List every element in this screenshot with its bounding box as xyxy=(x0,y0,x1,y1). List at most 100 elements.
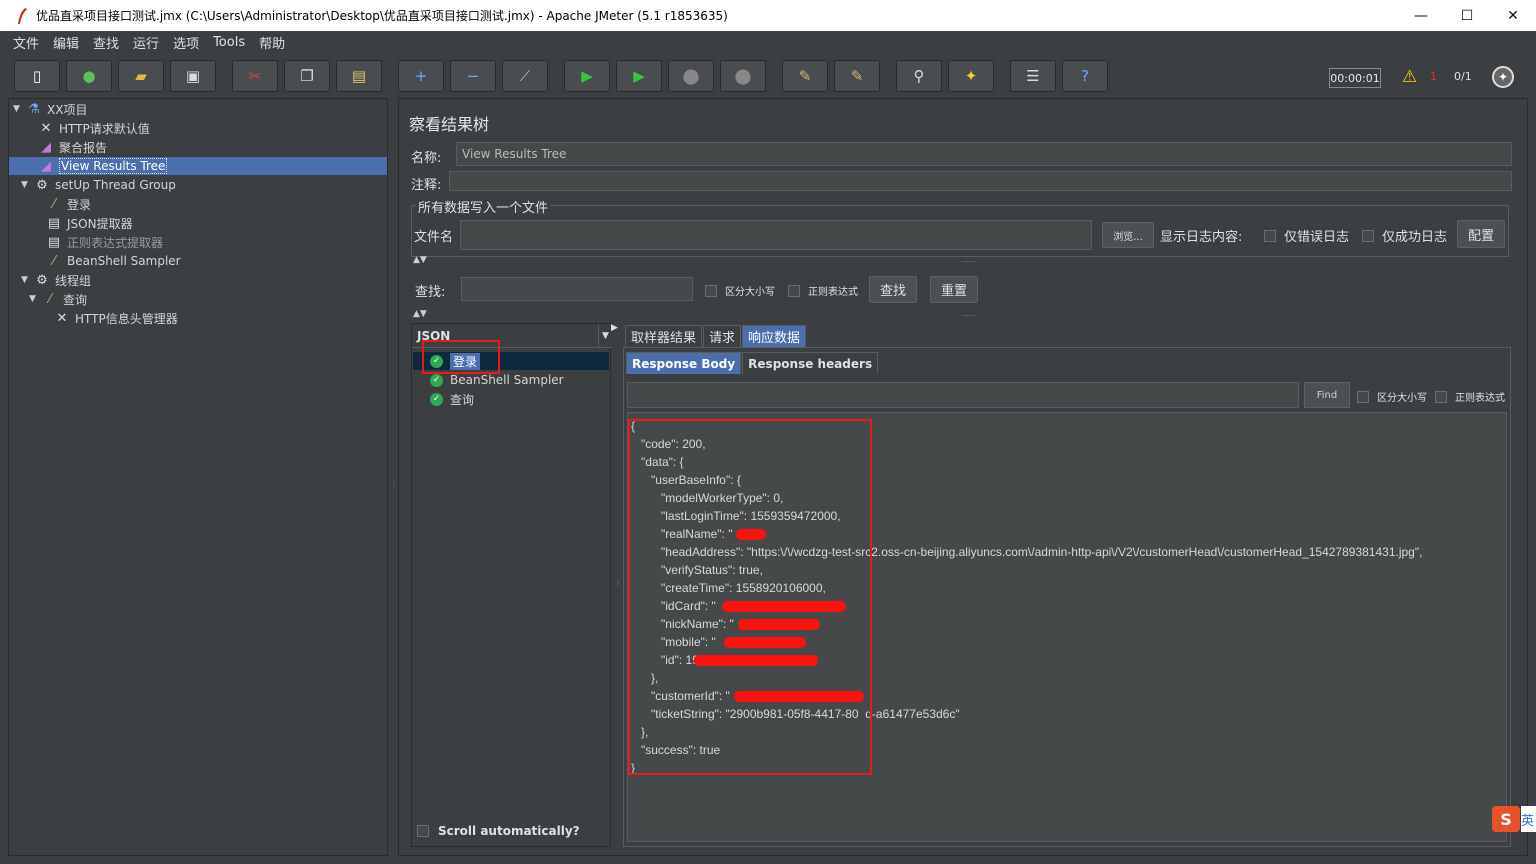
tree-node-http-defaults[interactable]: ✕ HTTP请求默认值 xyxy=(25,119,150,137)
tree-node-regex-extractor[interactable]: ▤ 正则表达式提取器 xyxy=(33,233,163,251)
checkbox-label: Scroll automatically? xyxy=(438,824,580,838)
checkbox-label: 正则表达式 xyxy=(808,287,858,298)
expand-icon[interactable]: + xyxy=(398,60,444,92)
response-find-input[interactable] xyxy=(627,382,1299,408)
tree-node-http-header-manager[interactable]: ✕ HTTP信息头管理器 xyxy=(41,309,178,327)
log-display-label: 显示日志内容: xyxy=(1160,230,1243,245)
response-body-text[interactable]: { "code": 200, "data": { "userBaseInfo":… xyxy=(627,412,1507,842)
menu-run[interactable]: 运行 xyxy=(126,33,166,52)
success-only-checkbox[interactable]: 仅成功日志 xyxy=(1362,226,1447,245)
configure-button[interactable]: 配置 xyxy=(1457,220,1505,248)
grip-icon[interactable]: ⋯⋯ xyxy=(961,311,977,320)
find-button[interactable]: 查找 xyxy=(869,276,917,303)
case-sensitive-checkbox[interactable]: 区分大小写 xyxy=(705,283,775,298)
open-icon[interactable]: ▰ xyxy=(118,60,164,92)
result-item-query[interactable]: ✓ 查询 xyxy=(430,390,474,408)
chevron-right-icon[interactable]: ▶ xyxy=(611,323,618,333)
results-splitter[interactable]: ▶ ⋮ xyxy=(611,323,623,847)
tree-node-aggregate-report[interactable]: ◢ 聚合报告 xyxy=(25,138,107,156)
tab-response-body[interactable]: Response Body xyxy=(626,352,742,374)
tree-node-project[interactable]: ▼ ⚗ XX项目 xyxy=(13,100,87,118)
warning-icon[interactable]: ⚠ xyxy=(1402,67,1417,87)
collapse-arrows-icon[interactable]: ▲▼ xyxy=(413,309,427,319)
tab-response-data[interactable]: 响应数据 xyxy=(742,325,807,347)
ime-mode[interactable]: 英 xyxy=(1521,806,1536,832)
search-input[interactable] xyxy=(461,277,693,301)
ime-logo[interactable]: S xyxy=(1492,806,1520,832)
save-icon[interactable]: ▣ xyxy=(170,60,216,92)
menu-tools[interactable]: Tools xyxy=(206,35,252,50)
maximize-button[interactable]: ☐ xyxy=(1444,0,1490,31)
clear-all-icon[interactable]: ✎ xyxy=(834,60,880,92)
expand-toggle[interactable]: ▼ xyxy=(13,104,25,114)
tree-node-setup-thread-group[interactable]: ▼ ⚙ setUp Thread Group xyxy=(21,176,176,194)
tree-node-label: setUp Thread Group xyxy=(55,178,176,192)
expand-toggle[interactable]: ▼ xyxy=(29,294,41,304)
checkbox-box[interactable] xyxy=(705,284,717,297)
stop-icon[interactable]: ⬤ xyxy=(668,60,714,92)
filename-input[interactable] xyxy=(460,220,1092,250)
minimize-button[interactable]: — xyxy=(1398,0,1444,31)
collapse-icon[interactable]: − xyxy=(450,60,496,92)
tab-sampler-result[interactable]: 取样器结果 xyxy=(625,325,703,347)
reset-search-icon[interactable]: ✦ xyxy=(948,60,994,92)
search-icon[interactable]: ⚲ xyxy=(896,60,942,92)
menu-search[interactable]: 查找 xyxy=(86,33,126,52)
reset-button[interactable]: 重置 xyxy=(930,276,978,303)
tree-node-beanshell-sampler[interactable]: ⁄ BeanShell Sampler xyxy=(33,252,181,270)
tree-node-view-results-tree[interactable]: ◢ View Results Tree xyxy=(9,157,387,175)
grip-icon[interactable]: ⋯⋯ xyxy=(961,257,977,266)
copy-icon[interactable]: ❐ xyxy=(284,60,330,92)
collapse-arrows-icon[interactable]: ▲▼ xyxy=(413,255,427,265)
shutdown-icon[interactable]: ⬤ xyxy=(720,60,766,92)
regex-checkbox[interactable]: 正则表达式 xyxy=(788,283,858,298)
expand-toggle[interactable]: ▼ xyxy=(21,275,33,285)
menu-edit[interactable]: 编辑 xyxy=(46,33,86,52)
flask-icon: ⚗ xyxy=(28,101,40,117)
tree-node-thread-group[interactable]: ▼ ⚙ 线程组 xyxy=(21,271,91,289)
checkbox-box[interactable] xyxy=(788,284,800,297)
scroll-automatically-checkbox[interactable]: Scroll automatically? xyxy=(417,824,580,838)
result-label: BeanShell Sampler xyxy=(450,373,564,387)
new-icon[interactable]: ▯ xyxy=(14,60,60,92)
toggle-icon[interactable]: ⟋ xyxy=(502,60,548,92)
checkbox-box[interactable] xyxy=(1357,390,1369,403)
tab-response-headers[interactable]: Response headers xyxy=(742,352,879,374)
checkbox-box[interactable] xyxy=(1264,229,1276,242)
response-find-button[interactable]: Find xyxy=(1304,382,1350,408)
grip-icon[interactable]: ⋮ xyxy=(614,579,622,588)
paste-icon[interactable]: ▤ xyxy=(336,60,382,92)
menu-options[interactable]: 选项 xyxy=(166,33,206,52)
clear-icon[interactable]: ✎ xyxy=(782,60,828,92)
tree-node-json-extractor[interactable]: ▤ JSON提取器 xyxy=(33,214,133,232)
main-splitter[interactable]: ⋮ xyxy=(388,98,398,856)
function-helper-icon[interactable]: ☰ xyxy=(1010,60,1056,92)
name-label: 名称: xyxy=(411,151,442,166)
help-icon[interactable]: ? xyxy=(1062,60,1108,92)
tree-node-query[interactable]: ▼ ⁄ 查询 xyxy=(29,290,87,308)
start-icon[interactable]: ▶ xyxy=(564,60,610,92)
checkbox-label: 区分大小写 xyxy=(725,287,775,298)
test-plan-tree: ▼ ⚗ XX项目 ✕ HTTP请求默认值 ◢ 聚合报告 ◢ View Resul… xyxy=(8,98,388,856)
checkbox-box[interactable] xyxy=(1435,390,1447,403)
tab-request[interactable]: 请求 xyxy=(703,325,742,347)
toolbar: ▯ ● ▰ ▣ ✂ ❐ ▤ + − ⟋ ▶ ▶ ⬤ ⬤ ✎ ✎ ⚲ ✦ ☰ ? … xyxy=(0,56,1536,98)
chevron-down-icon[interactable]: ▼ xyxy=(598,323,612,348)
start-no-pause-icon[interactable]: ▶ xyxy=(616,60,662,92)
menu-help[interactable]: 帮助 xyxy=(252,33,292,52)
title-bar: 优品直采项目接口测试.jmx (C:\Users\Administrator\D… xyxy=(0,0,1536,31)
comment-field[interactable] xyxy=(449,171,1512,191)
templates-icon[interactable]: ● xyxy=(66,60,112,92)
response-regex-checkbox[interactable]: 正则表达式 xyxy=(1435,389,1505,404)
name-field[interactable]: View Results Tree xyxy=(456,142,1512,166)
checkbox-box[interactable] xyxy=(1362,229,1374,242)
response-case-checkbox[interactable]: 区分大小写 xyxy=(1357,389,1427,404)
tree-node-login[interactable]: ⁄ 登录 xyxy=(33,195,91,213)
browse-button[interactable]: 浏览... xyxy=(1102,222,1154,248)
menu-file[interactable]: 文件 xyxy=(6,33,46,52)
expand-toggle[interactable]: ▼ xyxy=(21,180,33,190)
cut-icon[interactable]: ✂ xyxy=(232,60,278,92)
close-button[interactable]: ✕ xyxy=(1490,0,1536,31)
errors-only-checkbox[interactable]: 仅错误日志 xyxy=(1264,226,1349,245)
checkbox-box[interactable] xyxy=(417,825,429,837)
